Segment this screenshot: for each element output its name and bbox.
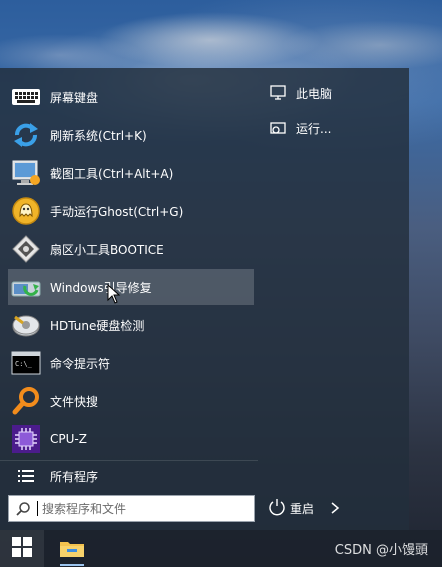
menu-item-refresh-system[interactable]: 刷新系统(Ctrl+K): [8, 117, 254, 153]
menu-item-label: 截图工具(Ctrl+Alt+A): [50, 166, 174, 181]
menu-item-label: 文件快搜: [50, 394, 99, 409]
all-programs-label: 所有程序: [50, 469, 99, 484]
bootice-icon: [10, 233, 42, 265]
menu-item-label: 命令提示符: [50, 356, 111, 371]
hdtune-icon: [10, 309, 42, 341]
restart-button[interactable]: 重启: [268, 498, 346, 518]
start-menu-right-column: 此电脑 运行...: [262, 68, 409, 530]
menu-item-screenshot-tool[interactable]: 截图工具(Ctrl+Alt+A): [8, 155, 254, 191]
start-button[interactable]: [0, 530, 44, 567]
menu-item-label: Windows引导修复: [50, 280, 152, 295]
monitor-icon: [268, 83, 288, 103]
menu-item-hdtune[interactable]: HDTune硬盘检测: [8, 307, 254, 343]
menu-item-file-search[interactable]: 文件快搜: [8, 383, 254, 419]
cmd-icon: C:\_: [10, 347, 42, 379]
boot-repair-icon: [10, 271, 42, 303]
cpuz-icon: [10, 423, 42, 455]
menu-item-bootice[interactable]: 扇区小工具BOOTICE: [8, 231, 254, 267]
menu-item-label: HDTune硬盘检测: [50, 318, 145, 333]
text-caret: [37, 501, 38, 516]
restart-label: 重启: [290, 501, 315, 516]
active-indicator: [60, 564, 84, 566]
refresh-icon: [10, 119, 42, 151]
search-icon: [9, 496, 37, 521]
chevron-right-icon[interactable]: [330, 500, 346, 516]
start-menu: 屏幕键盘 刷新系统(Ctrl+K) 截图工具(Ctrl+Alt+A) 手动运行G…: [0, 68, 409, 530]
ghost-icon: [10, 195, 42, 227]
desktop-wallpaper: [0, 0, 442, 70]
menu-item-cpuz[interactable]: CPU-Z: [8, 421, 254, 457]
menu-item-label: 扇区小工具BOOTICE: [50, 242, 164, 257]
this-pc-label: 此电脑: [296, 86, 333, 101]
menu-item-label: CPU-Z: [50, 432, 87, 446]
menu-item-label: 手动运行Ghost(Ctrl+G): [50, 204, 184, 219]
file-search-icon: [10, 385, 42, 417]
menu-item-label: 刷新系统(Ctrl+K): [50, 128, 147, 143]
search-placeholder[interactable]: 搜索程序和文件: [42, 500, 126, 517]
this-pc-link[interactable]: 此电脑: [268, 81, 332, 105]
menu-item-label: 屏幕键盘: [50, 90, 99, 105]
svg-text:C:\_: C:\_: [15, 360, 33, 368]
watermark: CSDN @小馒頭: [334, 543, 428, 558]
menu-item-run-ghost[interactable]: 手动运行Ghost(Ctrl+G): [8, 193, 254, 229]
menu-item-windows-boot-repair[interactable]: Windows引导修复: [8, 269, 254, 305]
search-box[interactable]: 搜索程序和文件: [8, 495, 255, 522]
screenshot-icon: [10, 157, 42, 189]
mouse-cursor-icon: [107, 283, 121, 307]
all-programs-button[interactable]: 所有程序: [8, 460, 254, 492]
run-link[interactable]: 运行...: [268, 116, 331, 140]
run-label: 运行...: [296, 121, 332, 136]
power-icon: [268, 498, 286, 519]
menu-item-onscreen-keyboard[interactable]: 屏幕键盘: [8, 79, 254, 115]
list-icon: [10, 460, 42, 492]
folder-icon: [59, 538, 85, 561]
run-icon: [268, 118, 288, 138]
file-explorer-button[interactable]: [56, 536, 88, 566]
menu-item-command-prompt[interactable]: C:\_ 命令提示符: [8, 345, 254, 381]
start-menu-left-column: 屏幕键盘 刷新系统(Ctrl+K) 截图工具(Ctrl+Alt+A) 手动运行G…: [0, 68, 258, 530]
keyboard-icon: [10, 81, 42, 113]
windows-logo-icon: [12, 537, 32, 560]
